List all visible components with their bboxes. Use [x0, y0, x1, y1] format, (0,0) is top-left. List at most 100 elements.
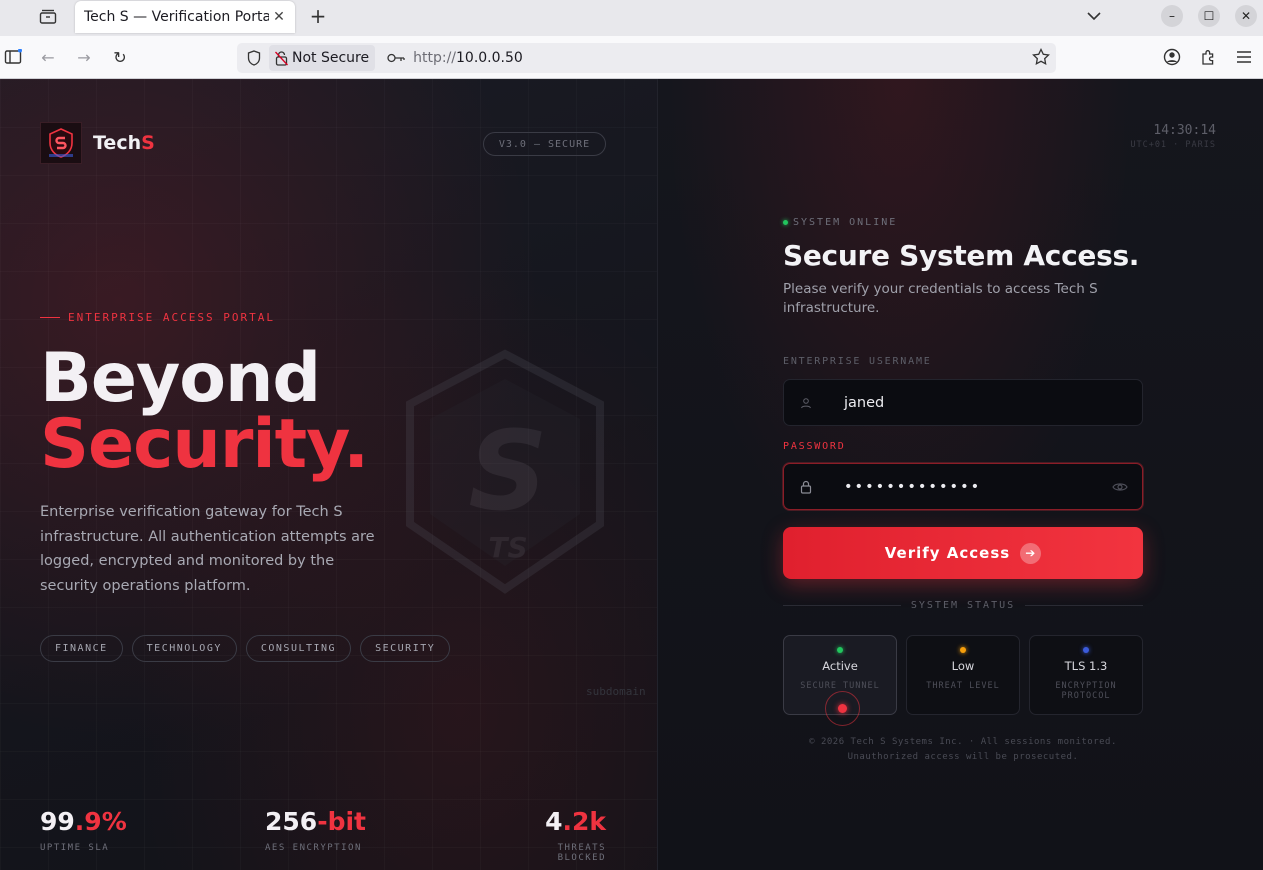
- brand-logo-icon: [40, 122, 82, 164]
- brand[interactable]: TechS: [40, 122, 155, 164]
- tag-technology: TECHNOLOGY: [131, 635, 237, 662]
- tab-title: Tech S — Verification Portal: [84, 9, 269, 25]
- stat-value-main: 4: [545, 807, 563, 836]
- stat-value: 99.9%: [40, 808, 127, 836]
- system-status-text: SYSTEM ONLINE: [793, 217, 898, 228]
- bookmark-star-icon[interactable]: [1032, 47, 1050, 70]
- system-status-heading: SYSTEM STATUS: [910, 600, 1016, 611]
- chevron-down-icon[interactable]: [1084, 6, 1104, 26]
- stat-encryption: 256-bit AES ENCRYPTION: [265, 808, 366, 854]
- stat-value: 256-bit: [265, 808, 366, 836]
- verify-access-button[interactable]: Verify Access ➔: [783, 527, 1143, 579]
- browser-tab[interactable]: Tech S — Verification Portal ✕: [75, 1, 295, 33]
- status-card-label: SECURE TUNNEL: [800, 681, 880, 691]
- page: TechS V3.0 — SECURE S TS ENTERPRISE ACCE…: [0, 79, 1263, 870]
- form-subtitle: Please verify your credentials to access…: [783, 281, 1098, 316]
- status-card-label: ENCRYPTION PROTOCOL: [1055, 681, 1117, 701]
- stat-value-accent: .2k: [562, 807, 606, 836]
- verify-button-label: Verify Access: [884, 544, 1011, 562]
- url-host: 10.0.0.50: [456, 50, 523, 66]
- stat-label: UPTIME SLA: [40, 843, 110, 853]
- watermark-text: subdomain: [586, 685, 646, 698]
- close-window-icon[interactable]: ✕: [1235, 5, 1257, 27]
- password-label: PASSWORD: [783, 441, 846, 452]
- industry-tags: FINANCE TECHNOLOGY CONSULTING SECURITY: [40, 635, 451, 662]
- stat-value-main: 99: [40, 807, 75, 836]
- stat-value: 4.2k: [503, 808, 606, 836]
- lock-icon: [784, 480, 828, 494]
- version-badge: V3.0 — SECURE: [483, 132, 606, 156]
- password-field[interactable]: •••••••••••••: [783, 463, 1143, 510]
- back-icon[interactable]: ←: [37, 46, 59, 68]
- new-tab-icon[interactable]: +: [307, 4, 329, 28]
- clock-zone: UTC+01 · PARIS: [1130, 140, 1216, 150]
- url-bar[interactable]: Not Secure http://10.0.0.50: [237, 43, 1056, 73]
- hero-eyebrow: ENTERPRISE ACCESS PORTAL: [40, 311, 275, 324]
- eyebrow-text: ENTERPRISE ACCESS PORTAL: [68, 311, 275, 324]
- browser-tab-bar: Tech S — Verification Portal ✕ + – ☐ ✕: [0, 0, 1263, 36]
- reload-icon[interactable]: ↻: [109, 46, 131, 68]
- hero-description: Enterprise verification gateway for Tech…: [40, 504, 375, 594]
- system-online-indicator: SYSTEM ONLINE: [783, 217, 897, 228]
- status-led: [960, 647, 966, 653]
- security-label: Not Secure: [292, 50, 370, 66]
- close-tab-icon[interactable]: ✕: [269, 7, 289, 27]
- stat-uptime: 99.9% UPTIME SLA: [40, 808, 127, 854]
- stat-value-accent: .9%: [74, 807, 127, 836]
- minimize-icon[interactable]: –: [1161, 5, 1183, 27]
- shield-icon[interactable]: [239, 50, 269, 66]
- emblem-letter: S: [468, 407, 547, 535]
- username-value: janed: [844, 394, 885, 411]
- url-text[interactable]: http://10.0.0.50: [413, 50, 523, 66]
- broken-lock-icon: [275, 50, 288, 66]
- divider-line: [783, 605, 901, 606]
- legal-footer: © 2026 Tech S Systems Inc. · All session…: [783, 735, 1143, 765]
- shield-emblem-icon: S TS: [400, 349, 610, 599]
- status-led: [837, 647, 843, 653]
- key-icon[interactable]: [387, 53, 405, 63]
- divider-line: [1025, 605, 1143, 606]
- status-card-encryption[interactable]: TLS 1.3 ENCRYPTION PROTOCOL: [1029, 635, 1143, 715]
- status-card-threat[interactable]: Low THREAT LEVEL: [906, 635, 1020, 715]
- tag-consulting: CONSULTING: [245, 635, 352, 662]
- username-label: ENTERPRISE USERNAME: [783, 356, 932, 367]
- status-dot: [783, 220, 788, 225]
- stat-label: THREATS BLOCKED: [557, 843, 606, 863]
- sidebar-icon[interactable]: [2, 46, 24, 68]
- status-card-label: THREAT LEVEL: [926, 681, 1000, 691]
- mouse-cursor-indicator: [825, 691, 860, 726]
- security-indicator[interactable]: Not Secure: [269, 45, 376, 71]
- tag-finance: FINANCE: [40, 635, 123, 662]
- menu-icon[interactable]: [1233, 46, 1255, 68]
- system-status-divider: SYSTEM STATUS: [783, 600, 1143, 611]
- status-card-value: TLS 1.3: [1064, 659, 1108, 673]
- footer-line2: Unauthorized access will be prosecuted.: [847, 752, 1079, 762]
- stat-value-main: 256: [265, 807, 318, 836]
- emblem-sub: TS: [488, 531, 527, 564]
- status-led: [1083, 647, 1089, 653]
- password-value: •••••••••••••: [844, 478, 982, 495]
- maximize-icon[interactable]: ☐: [1198, 5, 1220, 27]
- footer-line1: © 2026 Tech S Systems Inc. · All session…: [809, 737, 1117, 747]
- tab-list-icon[interactable]: [36, 6, 60, 28]
- forward-icon[interactable]: →: [73, 46, 95, 68]
- form-title: Secure System Access.: [783, 239, 1140, 272]
- brand-name-main: Tech: [93, 132, 142, 154]
- tag-security: SECURITY: [360, 635, 451, 662]
- brand-name-accent: S: [141, 132, 155, 154]
- cursor-dot: [838, 704, 847, 713]
- status-card-value: Low: [951, 659, 975, 673]
- account-icon[interactable]: [1161, 46, 1183, 68]
- arrow-right-icon: ➔: [1020, 542, 1042, 564]
- brand-name: TechS: [93, 132, 155, 154]
- url-scheme: http://: [413, 50, 456, 66]
- clock: 14:30:14 UTC+01 · PARIS: [1130, 123, 1216, 150]
- username-field[interactable]: janed: [783, 379, 1143, 426]
- stat-label: AES ENCRYPTION: [265, 843, 362, 853]
- status-card-value: Active: [822, 659, 858, 673]
- user-icon: [784, 397, 828, 409]
- stat-threats: 4.2k THREATS BLOCKED: [503, 808, 606, 864]
- eye-icon[interactable]: [1098, 481, 1142, 493]
- extensions-icon[interactable]: [1197, 46, 1219, 68]
- hero-title-line2: Security.: [40, 405, 369, 484]
